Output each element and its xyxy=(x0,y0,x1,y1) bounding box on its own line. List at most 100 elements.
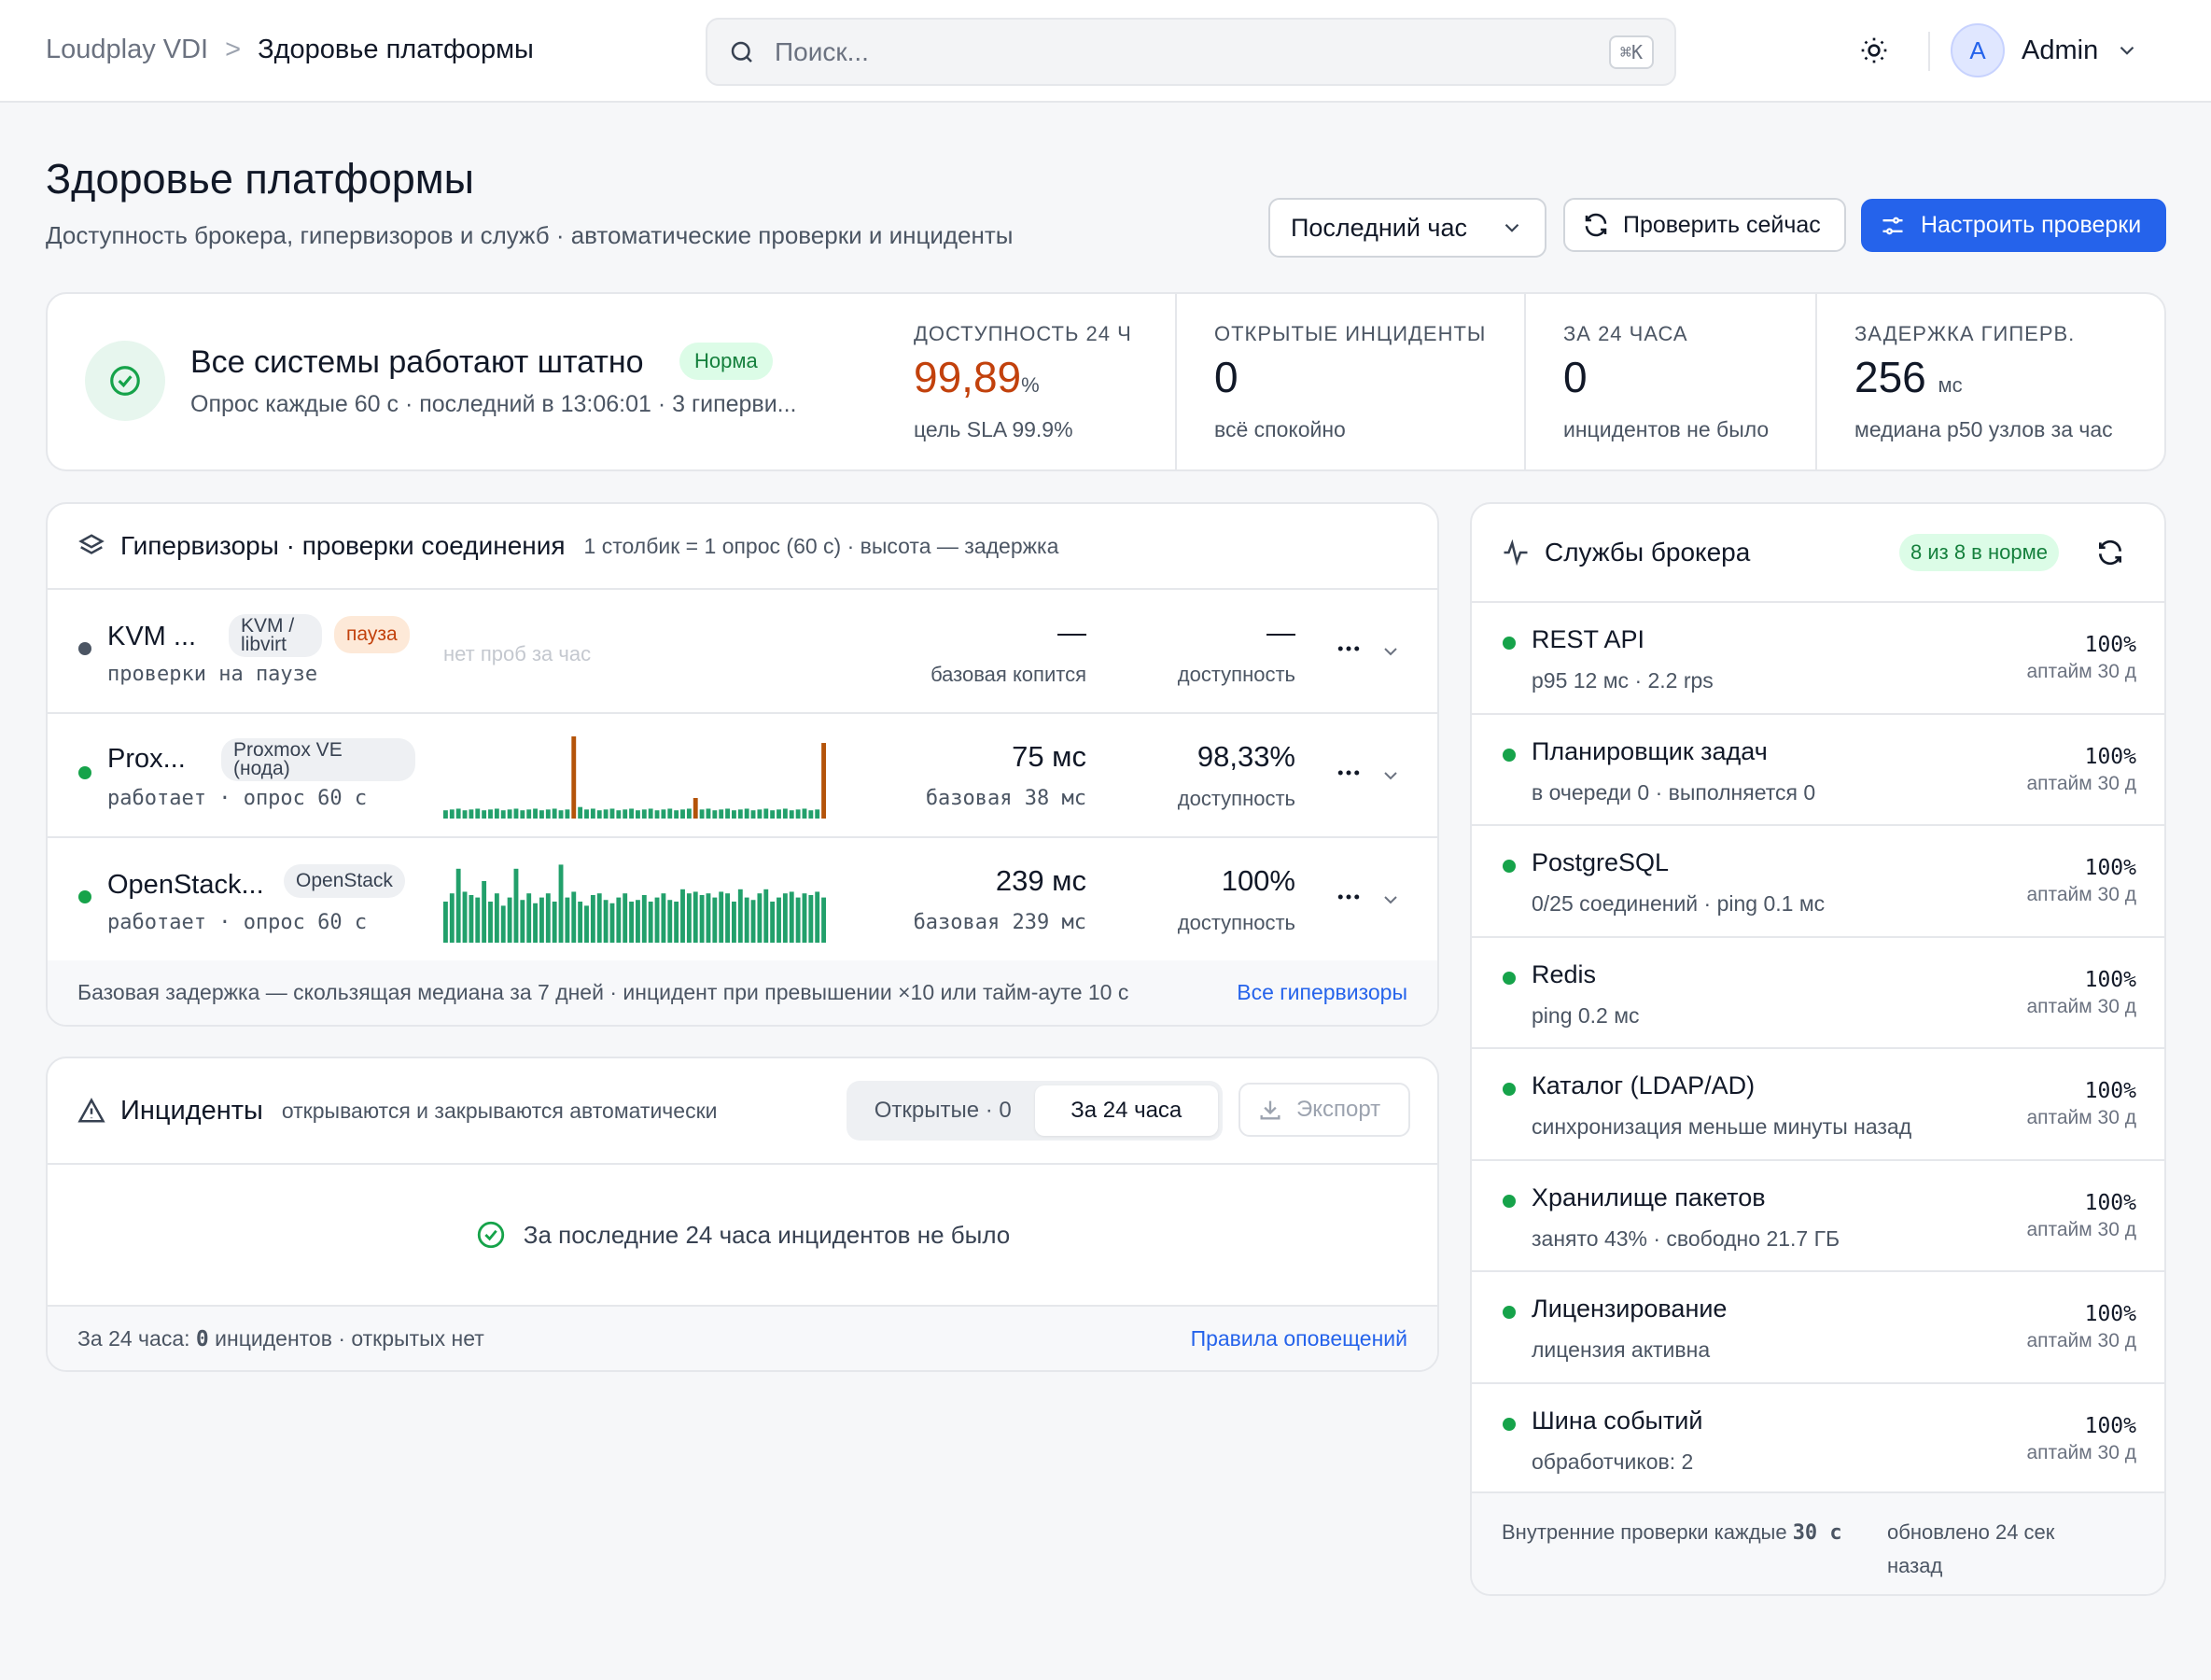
sparkline-bar xyxy=(732,902,736,943)
service-uptime: 100% xyxy=(2084,1190,2136,1215)
chevron-down-icon[interactable] xyxy=(1379,640,1402,663)
sparkline-bar xyxy=(699,809,705,819)
tab-24h[interactable]: За 24 часа xyxy=(1034,1085,1218,1136)
all-hypervisors-link[interactable]: Все гипервизоры xyxy=(1237,980,1407,1005)
sparkline-bar xyxy=(750,900,756,943)
metric-value: 99,89% xyxy=(914,352,1040,402)
sparkline-bar xyxy=(545,809,551,819)
service-row[interactable]: Шина событий обработчиков: 2 100% аптайм 30… xyxy=(1472,1384,2164,1495)
hypervisor-name: OpenStack... xyxy=(107,870,264,900)
sparkline-bar xyxy=(520,810,525,819)
export-button[interactable]: Экспорт xyxy=(1238,1083,1410,1137)
header-divider xyxy=(1928,32,1930,71)
sparkline-bar xyxy=(680,809,685,819)
sparkline-bar xyxy=(636,810,640,819)
user-menu[interactable]: A Admin xyxy=(1951,23,2139,77)
service-row[interactable]: Хранилище пакетов занято 43% · свободно 2… xyxy=(1472,1161,2164,1272)
service-uptime-label: аптайм 30 д xyxy=(2026,1330,2136,1351)
search-box[interactable]: ⌘K xyxy=(706,18,1676,86)
incidents-header: Инциденты открываются и закрываются авто… xyxy=(48,1058,1437,1165)
footer-suffix: инцидентов · открытых нет xyxy=(208,1325,484,1351)
sparkline-bar xyxy=(706,808,711,819)
search-shortcut-hint: ⌘K xyxy=(1608,35,1654,69)
breadcrumb-root-link[interactable]: Loudplay VDI xyxy=(46,35,208,65)
sparkline-bar xyxy=(686,893,692,943)
metric-open-incidents: ОТКРЫТЫЕ ИНЦИДЕНТЫ 0 всё спокойно xyxy=(1175,294,1524,469)
metric-number: 256 xyxy=(1854,353,1926,401)
sparkline-bar xyxy=(469,809,474,819)
service-name: Каталог (LDAP/AD) xyxy=(1532,1071,1756,1099)
more-options-icon[interactable] xyxy=(1335,635,1363,663)
hypervisor-row[interactable]: OpenStack... OpenStack работает · опрос … xyxy=(48,838,1437,962)
sparkline-bar xyxy=(719,891,724,943)
sparkline-bar xyxy=(616,897,622,943)
latency-sparkline xyxy=(443,864,826,943)
status-badge: Норма xyxy=(679,343,773,380)
chevron-down-icon[interactable] xyxy=(1379,764,1402,787)
sparkline-bar xyxy=(533,903,538,943)
layers-icon xyxy=(77,532,105,560)
availability-label: доступность xyxy=(1177,787,1295,810)
metric-note: медиана p50 узлов за час xyxy=(1854,417,2113,441)
chevron-down-icon[interactable] xyxy=(1379,889,1402,911)
service-row[interactable]: PostgreSQL 0/25 соединений · ping 0.1 мс 1… xyxy=(1472,826,2164,938)
metric-hypervisor-latency: ЗАДЕРЖКА ГИПЕРВ. 256 мс медиана p50 узло… xyxy=(1815,294,2166,469)
service-uptime: 100% xyxy=(2084,1302,2136,1326)
sparkline-bar xyxy=(558,810,564,819)
hypervisor-name: Prox... xyxy=(107,744,186,774)
configure-checks-button[interactable]: Настроить проверки xyxy=(1861,199,2166,252)
sparkline-bar xyxy=(526,893,532,943)
sparkline-bar xyxy=(737,809,743,819)
sparkline-bar xyxy=(623,893,628,943)
sparkline-bar xyxy=(808,810,814,819)
hypervisor-row[interactable]: KVM ... KVM / libvirt пауза проверки на … xyxy=(48,590,1437,714)
time-range-select[interactable]: Последний час xyxy=(1268,198,1546,258)
hypervisors-title: Гипервизоры · проверки соединения xyxy=(120,531,566,560)
service-detail: p95 12 мс · 2.2 rps xyxy=(1532,668,1714,693)
no-probes-text: нет проб за час xyxy=(443,642,592,665)
breadcrumb-current: Здоровье платформы xyxy=(258,35,534,64)
service-row[interactable]: Лицензирование лицензия активна 100% аптайм… xyxy=(1472,1272,2164,1384)
service-row[interactable]: Redis ping 0.2 мс 100% аптайм 30 д xyxy=(1472,938,2164,1049)
sparkline-bar xyxy=(641,809,647,819)
hypervisors-hint: 1 столбик = 1 опрос (60 с) · высота — за… xyxy=(583,533,1059,558)
sparkline-bar xyxy=(565,897,570,943)
theme-toggle-sun-icon[interactable] xyxy=(1859,35,1889,65)
hypervisor-status-text: проверки на паузе xyxy=(107,663,318,686)
status-summary-card: Все системы работают штатно Норма Опрос … xyxy=(46,292,2166,471)
time-range-value: Последний час xyxy=(1291,213,1468,242)
availability-value: 98,33% xyxy=(1196,740,1295,773)
tab-open[interactable]: Открытые · 0 xyxy=(851,1085,1035,1136)
service-row[interactable]: REST API p95 12 мс · 2.2 rps 100% аптайм 30… xyxy=(1472,603,2164,715)
service-uptime-label: аптайм 30 д xyxy=(2026,772,2136,794)
services-list: REST API p95 12 мс · 2.2 rps 100% аптайм 30… xyxy=(1472,603,2164,1495)
status-dot xyxy=(1503,1417,1516,1431)
service-uptime-label: аптайм 30 д xyxy=(2026,1107,2136,1128)
hypervisor-name: KVM ... xyxy=(107,622,197,651)
sparkline-bar xyxy=(507,809,512,819)
sparkline-bar xyxy=(603,809,609,819)
refresh-icon[interactable] xyxy=(2095,538,2125,567)
availability-value: — xyxy=(1266,616,1295,649)
service-uptime: 100% xyxy=(2084,1413,2136,1438)
hypervisor-type-tag: KVM / libvirt xyxy=(229,614,322,657)
sparkline-bar xyxy=(706,893,711,943)
service-name: Redis xyxy=(1532,959,1597,988)
sliders-icon xyxy=(1880,213,1906,239)
sparkline-bar xyxy=(623,809,628,819)
service-row[interactable]: Планировщик задач в очереди 0 · выполняет… xyxy=(1472,715,2164,826)
more-options-icon[interactable] xyxy=(1335,883,1363,911)
hypervisor-row[interactable]: Prox... Proxmox VE (нода) работает · опр… xyxy=(48,714,1437,838)
search-input[interactable] xyxy=(775,36,1609,67)
check-now-button[interactable]: Проверить сейчас xyxy=(1563,198,1846,252)
service-row[interactable]: Каталог (LDAP/AD) синхронизация меньше ми… xyxy=(1472,1049,2164,1161)
more-options-icon[interactable] xyxy=(1335,759,1363,787)
sparkline-bar xyxy=(558,864,564,943)
alert-rules-link[interactable]: Правила оповещений xyxy=(1191,1326,1407,1351)
sparkline-bar xyxy=(782,808,788,819)
top-bar: Loudplay VDI > Здоровье платформы ⌘K A A… xyxy=(0,0,2211,103)
export-label: Экспорт xyxy=(1296,1097,1381,1122)
service-name: Шина событий xyxy=(1532,1406,1703,1435)
sparkline-bar xyxy=(571,891,577,943)
availability-value: 100% xyxy=(1221,864,1295,897)
